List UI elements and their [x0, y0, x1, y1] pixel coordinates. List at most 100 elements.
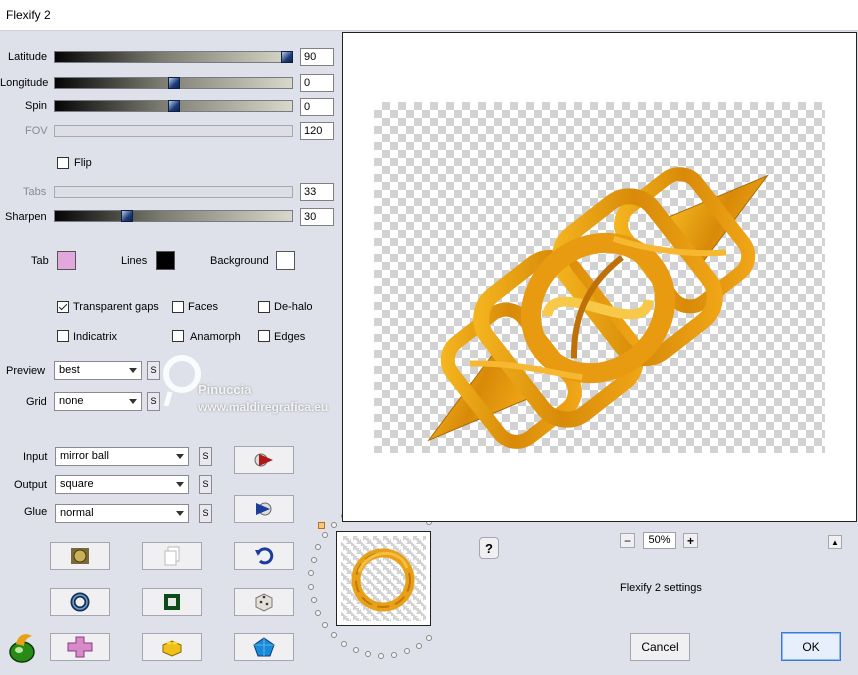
- orbit-dot[interactable]: [415, 642, 422, 649]
- orbit-dot[interactable]: [308, 583, 315, 590]
- spin-slider[interactable]: [54, 100, 293, 112]
- apply-output-button[interactable]: [234, 495, 294, 523]
- settings-label: Flexify 2 settings: [620, 582, 702, 594]
- orbit-dot[interactable]: [330, 632, 337, 639]
- zoom-in-button[interactable]: +: [683, 533, 698, 548]
- orbit-dot[interactable]: [352, 646, 359, 653]
- tabs-label: Tabs: [23, 186, 47, 198]
- fov-slider: [54, 125, 293, 137]
- orbit-dot[interactable]: [377, 652, 384, 659]
- orbit-dot[interactable]: [308, 570, 315, 577]
- chevron-down-icon: [176, 482, 184, 487]
- orbit-dot[interactable]: [310, 597, 317, 604]
- dice-button[interactable]: [234, 588, 294, 616]
- preview-select[interactable]: best: [54, 361, 142, 380]
- sharpen-slider[interactable]: [54, 210, 293, 222]
- faces-checkbox[interactable]: [172, 301, 184, 313]
- longitude-field[interactable]: 0: [300, 74, 334, 92]
- ok-button[interactable]: OK: [781, 632, 841, 661]
- output-select-value: square: [60, 478, 94, 490]
- frame-button[interactable]: [142, 588, 202, 616]
- output-s-button[interactable]: S: [199, 475, 212, 494]
- latitude-slider[interactable]: [54, 51, 293, 63]
- preview-canvas: [342, 32, 857, 522]
- tabs-field[interactable]: 33: [300, 183, 334, 201]
- indicatrix-checkbox[interactable]: [57, 330, 69, 342]
- glue-s-button[interactable]: S: [199, 504, 212, 523]
- background-color-swatch[interactable]: [276, 251, 295, 270]
- spin-field[interactable]: 0: [300, 98, 334, 116]
- fov-field[interactable]: 120: [300, 122, 334, 140]
- lines-color-label: Lines: [121, 255, 148, 267]
- input-s-button[interactable]: S: [199, 447, 212, 466]
- input-select[interactable]: mirror ball: [55, 447, 189, 466]
- sharpen-label: Sharpen: [5, 211, 47, 223]
- cross-tile-button[interactable]: [50, 633, 110, 661]
- randomize-button[interactable]: [50, 542, 110, 570]
- orbit-dot[interactable]: [426, 634, 433, 641]
- orbit-dot[interactable]: [403, 648, 410, 655]
- spin-slider-thumb[interactable]: [168, 100, 180, 112]
- orbit-handle[interactable]: [318, 522, 325, 529]
- latitude-field[interactable]: 90: [300, 48, 334, 66]
- orbit-dot[interactable]: [315, 610, 322, 617]
- indicatrix-label: Indicatrix: [73, 331, 118, 343]
- spin-label: Spin: [25, 100, 48, 112]
- tab-color-swatch[interactable]: [57, 251, 76, 270]
- orbit-dot[interactable]: [391, 651, 397, 658]
- orbit-dot[interactable]: [322, 621, 329, 628]
- transparent-gaps-checkbox[interactable]: [57, 301, 69, 313]
- preview-s-button[interactable]: S: [147, 361, 160, 380]
- edges-checkbox[interactable]: [258, 330, 270, 342]
- orbit-dot[interactable]: [365, 650, 372, 657]
- anamorph-checkbox[interactable]: [172, 330, 184, 342]
- thumbnail-preview[interactable]: [336, 531, 431, 626]
- glue-select[interactable]: normal: [55, 504, 189, 523]
- zoom-out-button[interactable]: −: [620, 533, 635, 548]
- watermark-url: www.maldiregrafica.eu: [198, 400, 329, 414]
- flip-checkbox[interactable]: [57, 157, 69, 169]
- help-button[interactable]: ?: [479, 537, 499, 559]
- orbit-dot[interactable]: [330, 521, 337, 528]
- ring-button[interactable]: [50, 588, 110, 616]
- glue-select-label: Glue: [24, 506, 48, 518]
- sharpen-field[interactable]: 30: [300, 208, 334, 226]
- sharpen-slider-thumb[interactable]: [121, 210, 133, 222]
- preview-select-label: Preview: [6, 365, 46, 377]
- chevron-down-icon: [176, 454, 184, 459]
- longitude-slider-thumb[interactable]: [168, 77, 180, 89]
- tab-color-label: Tab: [31, 255, 49, 267]
- gem-button[interactable]: [234, 633, 294, 661]
- collapse-button[interactable]: ▲: [828, 535, 842, 549]
- zoom-level: 50%: [643, 532, 676, 549]
- undo-icon: [255, 547, 274, 565]
- grid-s-button[interactable]: S: [147, 392, 160, 411]
- orbit-dot[interactable]: [340, 640, 347, 647]
- cross-tile-icon: [67, 636, 93, 658]
- edges-label: Edges: [274, 331, 306, 343]
- brick-button[interactable]: [142, 633, 202, 661]
- copy-button[interactable]: [142, 542, 202, 570]
- output-select[interactable]: square: [55, 475, 189, 494]
- dice-globe-icon: [71, 548, 89, 564]
- orbit-dot[interactable]: [322, 532, 329, 539]
- apply-input-button[interactable]: [234, 446, 294, 474]
- undo-button[interactable]: [234, 542, 294, 570]
- latitude-slider-thumb[interactable]: [281, 51, 293, 63]
- output-select-label: Output: [14, 479, 48, 491]
- grid-select[interactable]: none: [54, 392, 142, 411]
- preview-select-value: best: [59, 364, 80, 376]
- orbit-dot[interactable]: [310, 556, 317, 563]
- thumbnail-ring-image: [351, 548, 415, 612]
- play-icon: [256, 502, 272, 516]
- longitude-slider[interactable]: [54, 77, 293, 89]
- input-select-label: Input: [23, 451, 48, 463]
- arrow-right-icon: [254, 453, 273, 467]
- grid-select-value: none: [59, 395, 84, 407]
- grid-select-label: Grid: [26, 396, 47, 408]
- window-title: Flexify 2: [6, 8, 51, 22]
- lines-color-swatch[interactable]: [156, 251, 175, 270]
- cancel-button[interactable]: Cancel: [630, 633, 690, 661]
- orbit-dot[interactable]: [315, 543, 322, 550]
- de-halo-checkbox[interactable]: [258, 301, 270, 313]
